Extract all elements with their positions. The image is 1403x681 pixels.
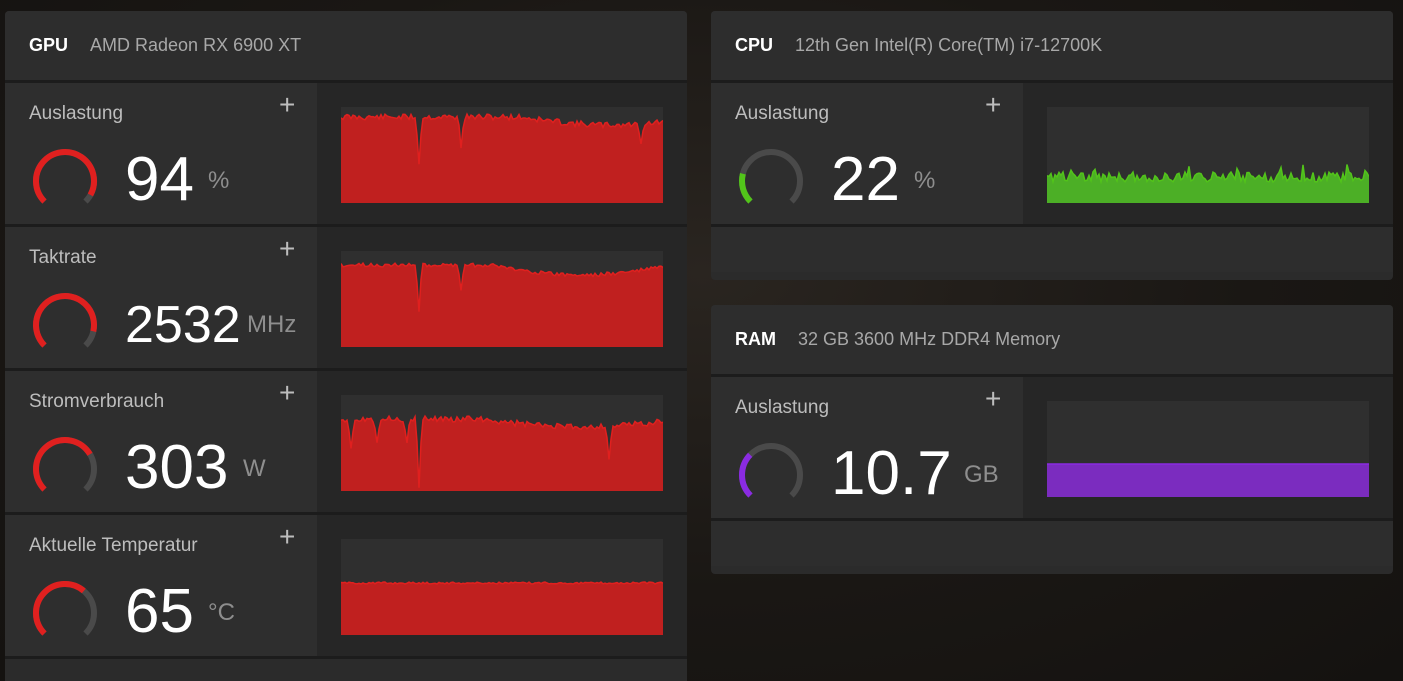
ram-panel-header: RAM 32 GB 3600 MHz DDR4 Memory: [711, 305, 1393, 377]
ram-kind-label: RAM: [735, 329, 776, 349]
metric-label: Auslastung: [735, 103, 830, 124]
cpu-model-name: 12th Gen Intel(R) Core(TM) i7-12700K: [795, 35, 1103, 55]
gauge-ring-icon: [33, 149, 97, 204]
chart-line: [341, 581, 663, 585]
history-chart: [1047, 107, 1369, 203]
gpu-metric-temperature: Aktuelle Temperatur + 65 °C: [5, 515, 687, 659]
ram-panel: RAM 32 GB 3600 MHz DDR4 Memory Auslastun…: [711, 305, 1393, 574]
gauge-track: [739, 149, 803, 204]
metric-label: Stromverbrauch: [29, 391, 165, 412]
ram-metric-usage: Auslastung + 10.7 GB: [711, 377, 1393, 521]
metric-value: 94: [125, 145, 194, 214]
gpu-panel-header: GPU AMD Radeon RX 6900 XT: [5, 11, 687, 83]
gauge-ring-icon: [33, 293, 97, 348]
metric-unit: MHz: [247, 311, 297, 338]
gpu-metric-clock: Taktrate + 2532 MHz: [5, 227, 687, 371]
metric-value: 22: [831, 145, 900, 214]
plus-icon[interactable]: +: [279, 523, 295, 551]
gpu-metric-usage: Auslastung + 94 %: [5, 83, 687, 227]
chart-area: [1047, 464, 1369, 497]
gauge-track: [739, 443, 803, 498]
metric-label: Auslastung: [735, 397, 830, 418]
plus-icon[interactable]: +: [985, 385, 1001, 413]
chart-area: [341, 582, 663, 635]
metric-value: 303: [125, 433, 229, 502]
history-chart: [341, 251, 663, 347]
cpu-panel-footer: [711, 227, 1393, 272]
metric-unit: GB: [964, 461, 999, 488]
chart-area: [341, 114, 663, 203]
metric-value: 65: [125, 577, 194, 646]
metric-value: 2532: [125, 296, 241, 354]
cpu-panel-header: CPU 12th Gen Intel(R) Core(TM) i7-12700K: [711, 11, 1393, 83]
gpu-metric-power: Stromverbrauch + 303 W: [5, 371, 687, 515]
history-chart: [341, 539, 663, 635]
metric-unit: W: [243, 455, 266, 482]
gauge-fill: [739, 173, 753, 204]
metric-label: Taktrate: [29, 247, 97, 268]
metric-unit: %: [914, 167, 936, 194]
plus-icon[interactable]: +: [985, 91, 1001, 119]
gpu-panel: GPU AMD Radeon RX 6900 XT Auslastung + 9…: [5, 11, 687, 681]
history-chart: [1047, 401, 1369, 497]
plus-icon[interactable]: +: [279, 379, 295, 407]
cpu-metric-usage: Auslastung + 22 %: [711, 83, 1393, 227]
gpu-model-name: AMD Radeon RX 6900 XT: [90, 35, 302, 55]
gauge-fill: [33, 581, 86, 636]
ram-panel-footer: [711, 521, 1393, 566]
ram-model-name: 32 GB 3600 MHz DDR4 Memory: [798, 329, 1061, 349]
gauge-fill: [33, 293, 97, 348]
plus-icon[interactable]: +: [279, 91, 295, 119]
gauge-ring-icon: [33, 437, 97, 492]
metric-label: Auslastung: [29, 103, 124, 124]
gauge-ring-icon: [739, 149, 803, 204]
gauge-ring-icon: [739, 443, 803, 498]
metric-value: 10.7: [831, 439, 952, 508]
plus-icon[interactable]: +: [279, 235, 295, 263]
gpu-kind-label: GPU: [29, 35, 69, 55]
metric-unit: %: [208, 167, 230, 194]
gauge-fill: [33, 437, 93, 492]
metric-unit: °C: [208, 599, 235, 626]
history-chart: [341, 107, 663, 203]
metric-label: Aktuelle Temperatur: [29, 535, 198, 556]
cpu-kind-label: CPU: [735, 35, 774, 55]
history-chart: [341, 395, 663, 491]
gauge-ring-icon: [33, 581, 97, 636]
gauge-fill: [33, 149, 97, 204]
gauge-fill: [739, 452, 753, 498]
cpu-panel: CPU 12th Gen Intel(R) Core(TM) i7-12700K…: [711, 11, 1393, 280]
